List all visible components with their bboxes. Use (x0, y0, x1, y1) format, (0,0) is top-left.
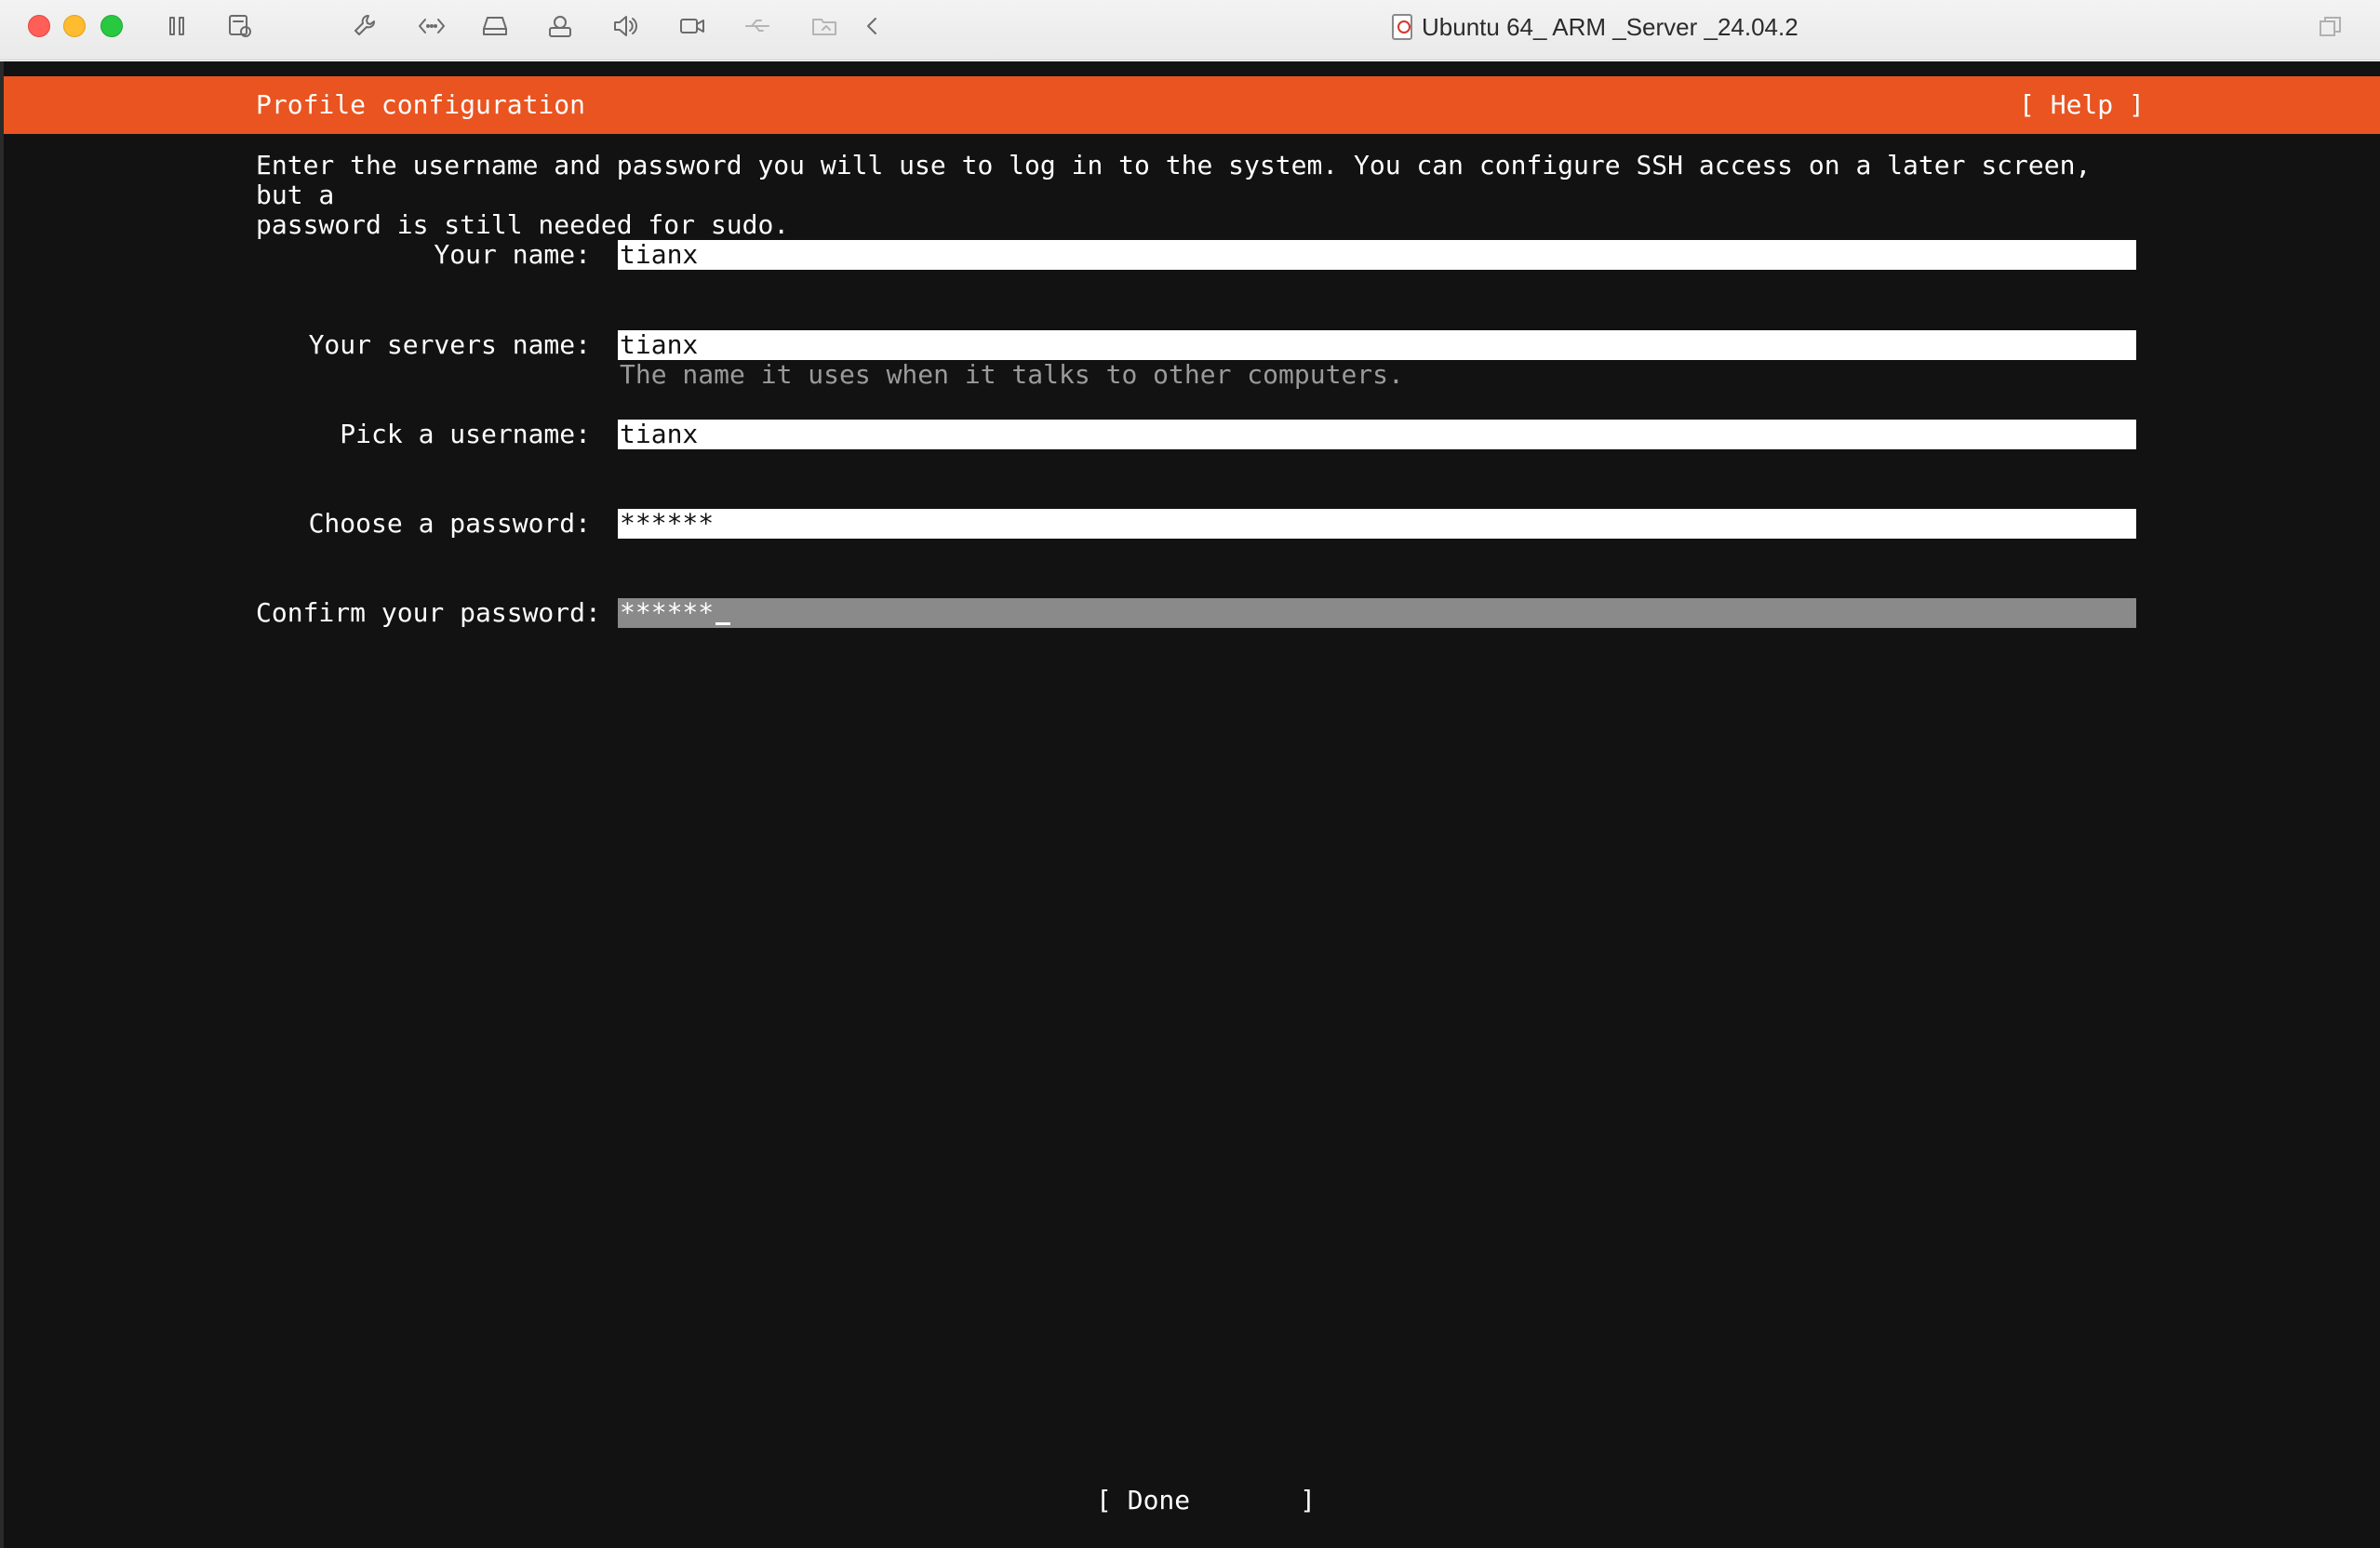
your-name-input[interactable]: tianx (618, 240, 2136, 270)
confirm-password-input[interactable]: ****** (618, 598, 2136, 628)
vm-document-icon (1392, 14, 1412, 40)
close-window-button[interactable] (28, 15, 50, 37)
confirm-password-label: Confirm your password: (256, 597, 601, 628)
window-title: Ubuntu 64_ ARM _Server _24.04.2 (1392, 11, 1798, 43)
installer-header: Profile configuration [ Help ] (4, 76, 2380, 134)
shared-folder-icon[interactable] (806, 9, 843, 43)
zoom-window-button[interactable] (100, 15, 123, 37)
sound-icon[interactable] (607, 9, 644, 43)
disk-icon[interactable] (476, 9, 514, 43)
camera-icon[interactable] (674, 9, 711, 43)
network-icon[interactable] (413, 9, 450, 43)
servers-name-hint: The name it uses when it talks to other … (620, 359, 1404, 390)
confirm-password-value: ****** (620, 598, 715, 628)
pause-icon[interactable] (158, 9, 195, 43)
help-button[interactable]: [ Help ] (2019, 89, 2145, 120)
page-title: Profile configuration (256, 89, 586, 120)
minimize-window-button[interactable] (63, 15, 86, 37)
printer-icon[interactable] (542, 9, 579, 43)
window-titlebar: Ubuntu 64_ ARM _Server _24.04.2 (0, 0, 2380, 60)
text-cursor (715, 622, 731, 625)
settings-wrench-icon[interactable] (346, 9, 383, 43)
your-name-label: Your name: (434, 239, 591, 270)
chevron-left-icon[interactable] (854, 9, 891, 43)
intro-text: Enter the username and password you will… (256, 150, 2092, 240)
username-input[interactable]: tianx (618, 420, 2136, 449)
restore-window-icon[interactable] (2317, 13, 2345, 41)
usb-icon[interactable] (739, 9, 776, 43)
password-input[interactable]: ****** (618, 509, 2136, 539)
window-title-text: Ubuntu 64_ ARM _Server _24.04.2 (1422, 12, 1798, 41)
servers-name-input[interactable]: tianx (618, 330, 2136, 360)
username-label: Pick a username: (340, 419, 591, 449)
password-label: Choose a password: (308, 508, 591, 539)
snapshot-icon[interactable] (221, 9, 259, 43)
servers-name-label: Your servers name: (308, 329, 591, 360)
done-button[interactable]: [ Done ] (1096, 1485, 1316, 1515)
vm-console[interactable]: Profile configuration [ Help ] Enter the… (4, 61, 2380, 1548)
